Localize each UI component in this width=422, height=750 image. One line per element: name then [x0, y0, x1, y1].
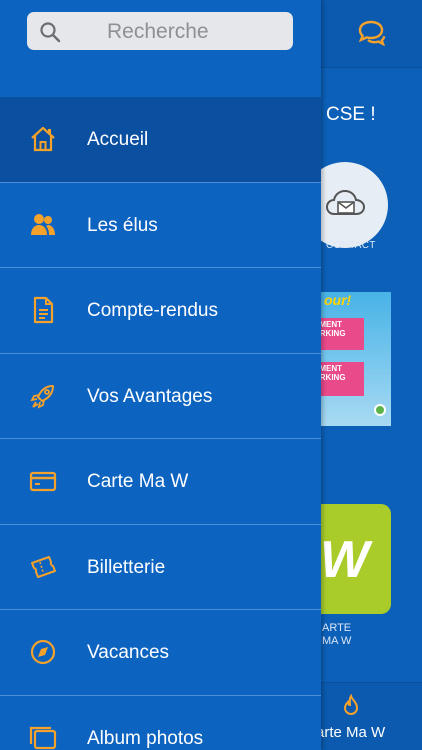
contact-label: CONTACT — [326, 240, 376, 251]
chat-icon[interactable] — [356, 18, 388, 46]
menu-item-label: Accueil — [87, 129, 149, 150]
carte-label-line: MA W — [322, 635, 352, 647]
menu-item-label: Vacances — [87, 642, 170, 663]
search-icon — [40, 22, 61, 43]
menu-item-les-elus[interactable]: Les élus — [0, 183, 321, 268]
menu-item-compte-rendus[interactable]: Compte-rendus — [0, 268, 321, 354]
rocket-icon — [30, 384, 54, 409]
compass-icon — [30, 639, 56, 665]
drawer-menu: Accueil Les élus Compte-rendus Vos Avant… — [0, 97, 321, 750]
carte-tile-label: ARTE MA W — [322, 622, 351, 648]
menu-item-label: Vos Avantages — [87, 385, 213, 407]
menu-item-label: Album photos — [87, 727, 204, 749]
search-input[interactable]: Recherche — [27, 12, 293, 50]
menu-item-label: Compte-rendus — [87, 300, 218, 321]
flame-icon[interactable] — [340, 694, 362, 718]
cloud-mail-icon — [325, 189, 366, 215]
photos-icon — [29, 726, 57, 749]
card-icon — [29, 471, 57, 492]
ticket-icon — [31, 555, 56, 578]
w-logo: W — [320, 531, 370, 589]
promo-badge: our! — [324, 292, 352, 308]
menu-item-label: Billetterie — [87, 556, 166, 578]
menu-item-carte-ma-w[interactable]: Carte Ma W — [0, 439, 321, 525]
document-icon — [33, 296, 54, 324]
menu-item-billetterie[interactable]: Billetterie — [0, 525, 321, 610]
search-placeholder: Recherche — [107, 20, 209, 43]
menu-item-label: Les élus — [87, 214, 158, 236]
menu-item-label: Carte Ma W — [87, 471, 189, 492]
home-icon — [31, 126, 55, 152]
side-drawer: Recherche Accueil Les élus Compte-rendus… — [0, 0, 321, 750]
menu-item-vos-avantages[interactable]: Vos Avantages — [0, 354, 321, 439]
menu-item-accueil[interactable]: Accueil — [0, 97, 321, 183]
menu-item-vacances[interactable]: Vacances — [0, 610, 321, 696]
welcome-title: CSE ! — [326, 104, 376, 125]
promo-logo — [374, 404, 386, 416]
carte-label-line: ARTE — [322, 622, 352, 634]
drawer-header: Recherche — [0, 0, 321, 97]
menu-item-album-photos[interactable]: Album photos — [0, 696, 321, 750]
users-icon — [31, 213, 55, 235]
tab-carte-ma-w[interactable]: arte Ma W — [316, 724, 385, 741]
